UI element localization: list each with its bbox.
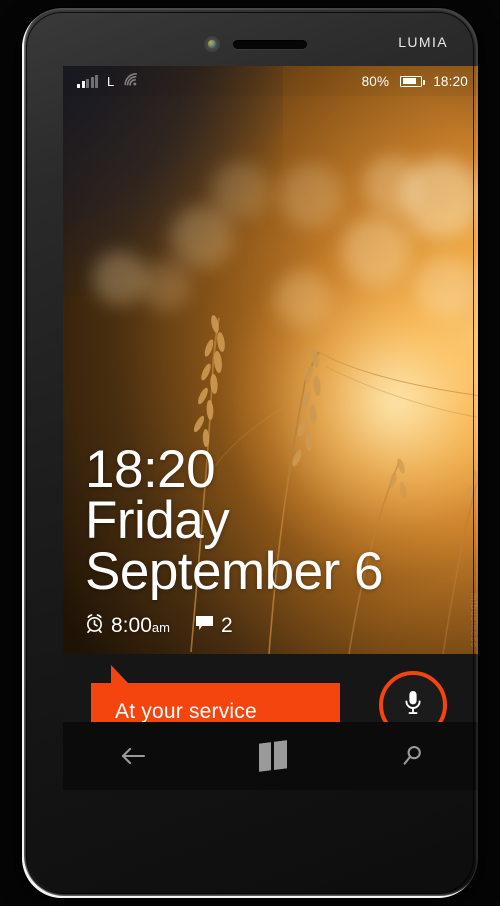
- alarm-glance[interactable]: 8:00am: [85, 613, 170, 638]
- microphone-icon: [403, 689, 423, 722]
- status-bar-clock: 18:20: [433, 73, 468, 89]
- navigation-bar: [63, 722, 478, 790]
- messages-count: 2: [220, 613, 233, 637]
- nav-search-button[interactable]: [369, 733, 455, 779]
- lock-time: 18:20: [85, 439, 216, 499]
- lock-screen-wallpaper: L 80% 18:20 18:20 Friday September 6 8:0…: [63, 66, 478, 654]
- front-camera-lens-icon: [203, 35, 221, 53]
- messages-glance[interactable]: 2: [195, 613, 233, 638]
- phone-screen: L 80% 18:20 18:20 Friday September 6 8:0…: [63, 66, 478, 780]
- wifi-icon: [123, 73, 139, 89]
- network-type-label: L: [107, 73, 115, 89]
- cortana-greeting-text: At your service: [115, 700, 257, 723]
- lock-screen-info: 18:20 Friday September 6 8:00am 2: [85, 439, 472, 638]
- status-bar: L 80% 18:20: [63, 66, 478, 96]
- message-bubble-icon: [195, 615, 214, 636]
- device-brand-label: LUMIA: [398, 34, 448, 50]
- screenshot-root: LUMIA L 80% 18:20 18:20 Friday September…: [0, 0, 500, 906]
- phone-device-body: LUMIA L 80% 18:20 18:20 Friday September…: [22, 8, 478, 898]
- windows-logo-icon: [258, 740, 287, 772]
- battery-icon: [400, 75, 426, 87]
- battery-percent-label: 80%: [361, 73, 390, 89]
- lock-date: September 6: [85, 541, 383, 601]
- alarm-clock-icon: [85, 613, 104, 638]
- wallpaper-watermark: mlbusiness: [469, 592, 478, 648]
- lock-weekday: Friday: [85, 490, 230, 550]
- lock-glance-row: 8:00am 2: [85, 613, 472, 638]
- earpiece-speaker-icon: [233, 40, 307, 49]
- search-icon: [400, 744, 424, 768]
- nav-start-button[interactable]: [229, 733, 315, 779]
- nav-back-button[interactable]: [90, 733, 176, 779]
- signal-bars-icon: [77, 74, 98, 88]
- back-arrow-icon: [119, 746, 147, 766]
- alarm-time: 8:00am: [111, 613, 170, 637]
